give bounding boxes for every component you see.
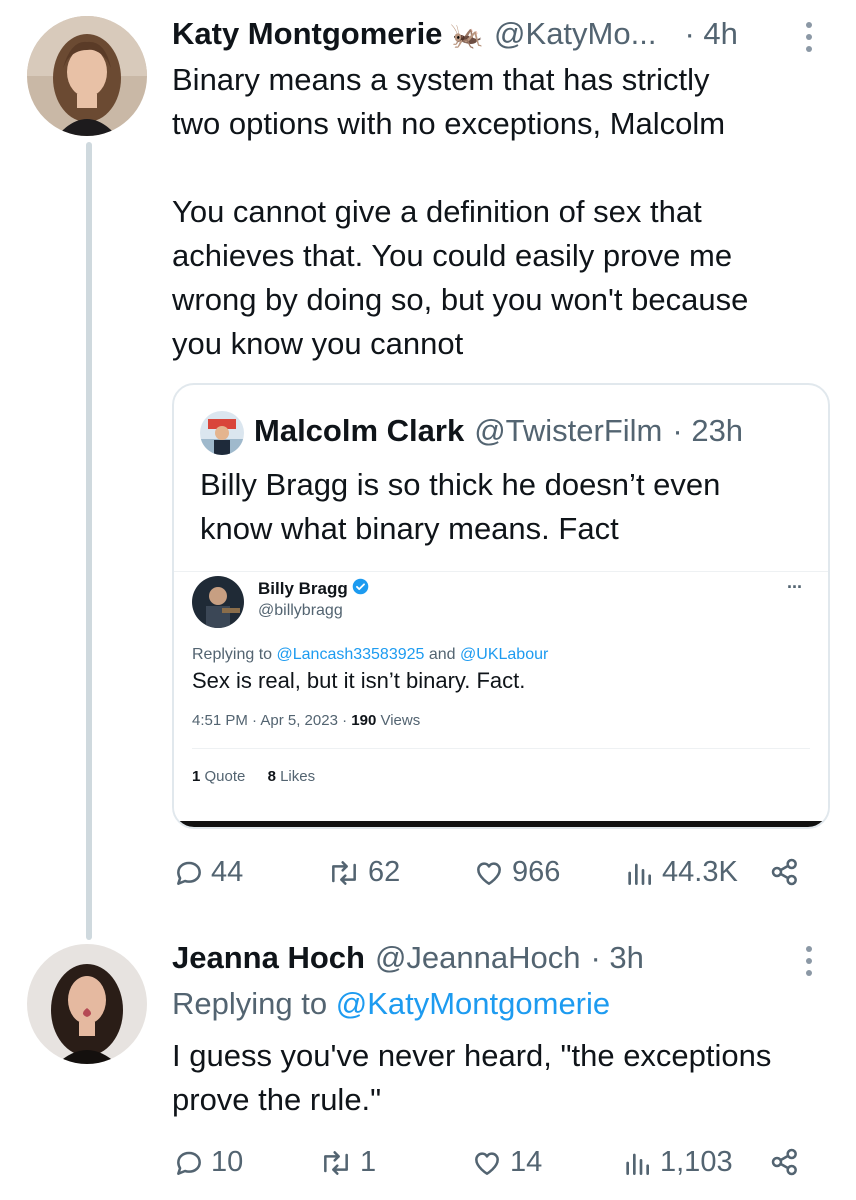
reply-reply-count: 10	[211, 1146, 244, 1178]
embedded-replying-to: Replying to @Lancash33583925 and @UKLabo…	[192, 646, 549, 663]
reply-retweet-button[interactable]: 1	[318, 1146, 376, 1179]
reply-text-line: prove the rule."	[172, 1082, 382, 1117]
avatar-malcolm[interactable]	[200, 411, 244, 455]
reply-replying-to: Replying to @KatyMontgomerie	[172, 986, 611, 1021]
views-icon	[626, 1153, 649, 1175]
views-button[interactable]: 44.3K	[622, 856, 738, 889]
avatar-katy[interactable]	[27, 16, 147, 136]
tweet-text-line: wrong by doing so, but you won't because	[172, 282, 749, 317]
reply-author-name[interactable]: Jeanna Hoch	[172, 940, 365, 976]
cricket-emoji: 🦗	[450, 20, 485, 50]
tweet-text: Binary means a system that has strictly …	[172, 58, 748, 366]
retweet-button[interactable]: 62	[326, 856, 400, 889]
reply-button[interactable]: 44	[173, 856, 243, 889]
tweet-time[interactable]: · 4h	[684, 16, 737, 52]
embedded-author-name: Billy Bragg	[258, 579, 348, 598]
reply-header: Jeanna Hoch @JeannaHoch · 3h	[172, 940, 644, 976]
verified-badge-icon	[352, 578, 369, 600]
tweet-header: Katy Montgomerie 🦗 @KatyMo... · 4h	[172, 16, 738, 52]
embedded-divider	[192, 748, 810, 749]
embedded-tweet-screenshot[interactable]: Billy Bragg @billybragg ... Replying to …	[174, 571, 828, 825]
retweet-count: 62	[368, 856, 401, 888]
reply-share-button[interactable]	[768, 1146, 802, 1178]
avatar-jeanna[interactable]	[27, 944, 147, 1064]
quote-card-bottom-edge	[174, 821, 828, 827]
more-options-icon[interactable]	[806, 22, 814, 58]
retweet-icon	[324, 1150, 348, 1175]
tweet-text-line: Binary means a system that has strictly	[172, 62, 710, 97]
embedded-stats: 1 Quote 8 Likes	[192, 768, 316, 785]
avatar-billy	[192, 576, 244, 628]
quoted-tweet-card[interactable]: Malcolm Clark @TwisterFilm · 23h Billy B…	[172, 383, 830, 829]
tweet-text-line: You cannot give a definition of sex that	[172, 194, 702, 229]
reply-like-count: 14	[510, 1146, 543, 1178]
thread-connector-line	[86, 142, 92, 940]
views-icon	[628, 863, 651, 885]
reply-text-line: I guess you've never heard, "the excepti…	[172, 1038, 772, 1073]
share-icon	[771, 858, 797, 886]
quoted-author-handle[interactable]: @TwisterFilm	[474, 413, 662, 449]
quoted-author-name[interactable]: Malcolm Clark	[254, 413, 464, 449]
heart-icon	[477, 861, 501, 885]
reply-retweet-count: 1	[360, 1146, 377, 1178]
retweet-icon	[332, 860, 356, 885]
views-count: 44.3K	[662, 856, 738, 888]
reply-count: 44	[211, 856, 244, 888]
tweet-text-line: achieves that. You could easily prove me	[172, 238, 733, 273]
embedded-tweet-text: Sex is real, but it isn’t binary. Fact.	[192, 668, 526, 693]
reply-time[interactable]: · 3h	[591, 940, 644, 976]
quoted-tweet-header: Malcolm Clark @TwisterFilm · 23h	[254, 413, 743, 449]
quoted-text-line: know what binary means. Fact	[200, 511, 619, 546]
share-icon	[771, 1148, 797, 1176]
reply-reply-button[interactable]: 10	[173, 1146, 243, 1179]
reply-icon	[177, 1151, 201, 1175]
share-button[interactable]	[768, 856, 802, 888]
like-button[interactable]: 966	[472, 856, 560, 889]
embedded-meta: 4:51 PM · Apr 5, 2023 · 190 Views	[192, 712, 421, 729]
author-name[interactable]: Katy Montgomerie	[172, 16, 442, 52]
author-handle[interactable]: @KatyMo...	[494, 16, 656, 52]
reply-author-handle[interactable]: @JeannaHoch	[375, 940, 581, 976]
quoted-tweet-time[interactable]: · 23h	[672, 413, 743, 449]
replying-to-link[interactable]: @KatyMontgomerie	[336, 986, 610, 1021]
tweet-text-line: you know you cannot	[172, 326, 464, 361]
like-count: 966	[512, 856, 561, 888]
reply-views-count: 1,103	[660, 1146, 733, 1178]
reply-like-button[interactable]: 14	[470, 1146, 542, 1179]
heart-icon	[475, 1151, 499, 1175]
tweet-text-line: two options with no exceptions, Malcolm	[172, 106, 726, 141]
reply-more-options-icon[interactable]	[806, 946, 814, 982]
quoted-tweet-text: Billy Bragg is so thick he doesn’t even …	[200, 463, 720, 551]
quoted-text-line: Billy Bragg is so thick he doesn’t even	[200, 467, 721, 502]
embedded-author-handle: @billybragg	[258, 602, 343, 619]
reply-text: I guess you've never heard, "the excepti…	[172, 1034, 771, 1122]
reply-views-button[interactable]: 1,103	[620, 1146, 733, 1179]
reply-icon	[177, 861, 201, 885]
embedded-more-icon: ...	[786, 572, 802, 592]
